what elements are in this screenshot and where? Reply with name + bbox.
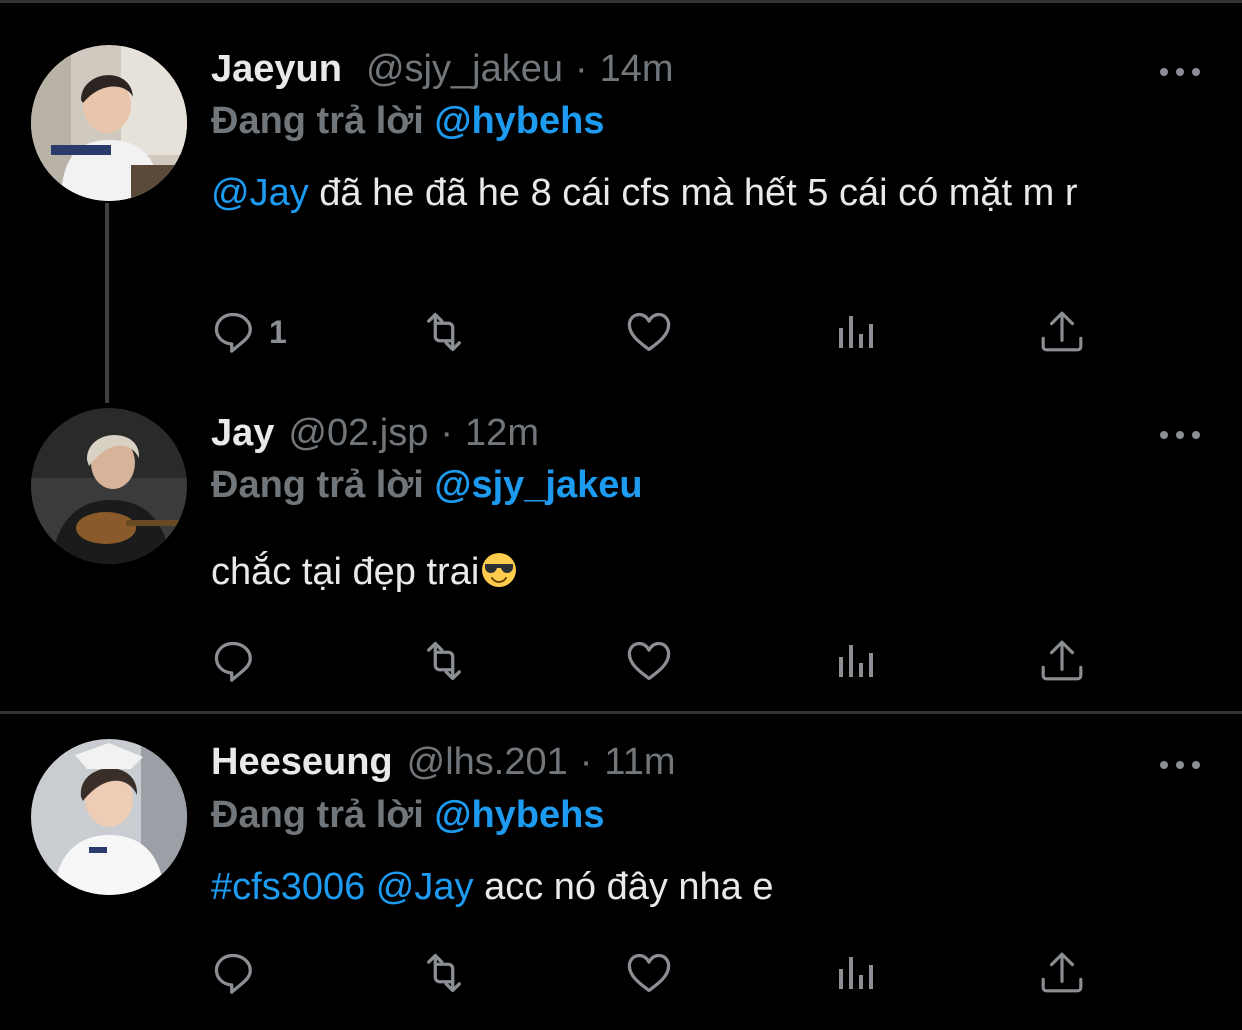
more-icon[interactable] (1160, 429, 1200, 441)
timeline: Jaeyun @sjy_jakeu · 14m Đang trả lời @hy… (0, 0, 1242, 1030)
tweet-text-content: chắc tại đẹp trai (211, 551, 480, 593)
replying-to: Đang trả lời @hybehs (211, 100, 604, 143)
tweet-jaeyun[interactable]: Jaeyun @sjy_jakeu · 14m Đang trả lời @hy… (0, 0, 1242, 403)
tweet-heeseung[interactable]: Heeseung @lhs.201 · 11m Đang trả lời @hy… (0, 714, 1242, 1030)
tweet-text: #cfs3006 @Jay acc nó đây nha e (211, 861, 1201, 913)
share-button[interactable] (1039, 308, 1085, 356)
sunglasses-emoji-icon (482, 553, 517, 587)
tweet-header: Jay @02.jsp · 12m (211, 412, 539, 460)
tweet-actions (211, 637, 1091, 685)
retweet-button[interactable] (417, 637, 471, 685)
avatar[interactable] (31, 45, 187, 201)
share-button[interactable] (1039, 637, 1085, 685)
retweet-button[interactable] (417, 949, 471, 997)
tweet-header: Jaeyun @sjy_jakeu · 14m (211, 48, 674, 96)
hashtag-link[interactable]: #cfs3006 (211, 866, 365, 908)
share-icon (1041, 952, 1083, 993)
display-name[interactable]: Jay (211, 412, 274, 455)
tweet-actions (211, 949, 1091, 997)
views-button[interactable] (835, 637, 879, 685)
thread-line (105, 203, 109, 403)
replying-to-mention[interactable]: @hybehs (434, 100, 604, 142)
avatar[interactable] (31, 739, 187, 895)
replying-to-label: Đang trả lời (211, 464, 424, 506)
like-button[interactable] (625, 949, 673, 997)
tweet-actions: 1 (211, 308, 1091, 356)
views-icon (839, 957, 873, 989)
reply-count: 1 (269, 313, 287, 350)
like-icon (627, 641, 671, 681)
username[interactable]: @02.jsp (288, 412, 428, 455)
username[interactable]: @sjy_jakeu (366, 48, 563, 91)
display-name[interactable]: Jaeyun (211, 48, 342, 91)
reply-button[interactable] (211, 637, 259, 685)
mention-link[interactable]: @Jay (376, 866, 474, 908)
views-icon (839, 645, 873, 677)
replying-to-mention[interactable]: @hybehs (434, 794, 604, 836)
more-icon[interactable] (1160, 759, 1200, 771)
tweet-text: chắc tại đẹp trai (211, 546, 1201, 598)
avatar[interactable] (31, 408, 187, 564)
like-icon (627, 953, 671, 993)
tweet-jay[interactable]: Jay @02.jsp · 12m Đang trả lời @sjy_jake… (0, 400, 1242, 710)
replying-to-label: Đang trả lời (211, 794, 424, 836)
display-name[interactable]: Heeseung (211, 741, 393, 784)
reply-button[interactable] (211, 949, 259, 997)
retweet-icon (427, 641, 461, 681)
share-icon (1041, 311, 1083, 352)
more-icon[interactable] (1160, 66, 1200, 78)
tweet-text: @Jay đã he đã he 8 cái cfs mà hết 5 cái … (211, 167, 1201, 219)
like-button[interactable] (625, 308, 673, 356)
reply-button[interactable]: 1 (211, 308, 287, 356)
separator-dot: · (574, 48, 588, 90)
replying-to: Đang trả lời @sjy_jakeu (211, 464, 643, 507)
like-button[interactable] (625, 637, 673, 685)
like-icon (627, 312, 671, 352)
separator-dot: · (440, 412, 454, 454)
retweet-button[interactable] (417, 308, 471, 356)
timestamp[interactable]: 14m (600, 48, 674, 91)
timestamp[interactable]: 12m (465, 412, 539, 455)
reply-icon (214, 312, 252, 353)
timestamp[interactable]: 11m (604, 741, 675, 784)
separator-dot: · (579, 741, 593, 783)
views-button[interactable] (835, 949, 879, 997)
tweet-text-content: acc nó đây nha e (473, 866, 774, 908)
views-icon (839, 316, 873, 348)
reply-icon (214, 953, 252, 994)
retweet-icon (427, 953, 461, 993)
share-icon (1041, 640, 1083, 681)
reply-icon (214, 641, 252, 682)
replying-to: Đang trả lời @hybehs (211, 794, 604, 837)
replying-to-label: Đang trả lời (211, 100, 424, 142)
share-button[interactable] (1039, 949, 1085, 997)
views-button[interactable] (835, 308, 879, 356)
retweet-icon (427, 312, 461, 352)
mention-link[interactable]: @Jay (211, 172, 309, 214)
tweet-header: Heeseung @lhs.201 · 11m (211, 741, 676, 789)
replying-to-mention[interactable]: @sjy_jakeu (434, 464, 642, 506)
tweet-text-content: đã he đã he 8 cái cfs mà hết 5 cái có mặ… (308, 172, 1078, 214)
username[interactable]: @lhs.201 (407, 741, 568, 784)
